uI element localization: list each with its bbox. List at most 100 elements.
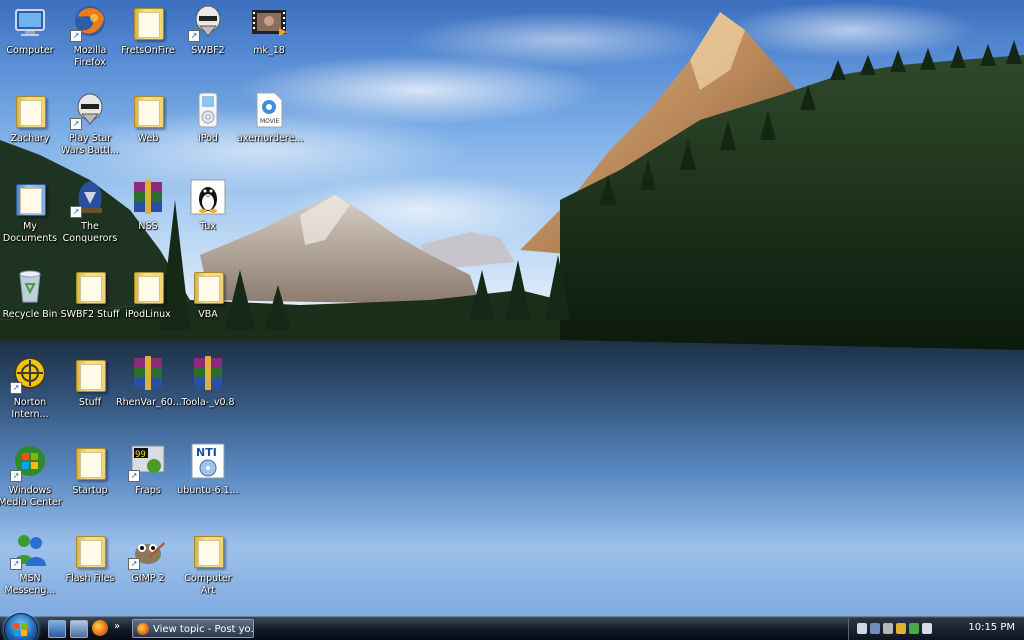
desktop-icon-recycle-bin[interactable]: Recycle Bin: [0, 266, 62, 321]
folder-icon: [70, 354, 110, 394]
desktop-icon-toola[interactable]: Toola-_v0.8: [176, 354, 240, 409]
folder-icon: [128, 2, 168, 42]
my-documents-icon: [10, 178, 50, 218]
desktop-icon-swbf2[interactable]: ↗ SWBF2: [176, 2, 240, 57]
desktop-icon-startup[interactable]: Startup: [58, 442, 122, 497]
desktop-icon-label: The Conquerors: [62, 221, 118, 244]
firefox-icon: ↗: [70, 2, 110, 42]
folder-icon: [128, 90, 168, 130]
switch-windows-icon[interactable]: [70, 620, 88, 638]
desktop-icon-label: MSN Messeng...: [4, 573, 56, 596]
svg-text:MOVIE: MOVIE: [260, 118, 280, 125]
desktop-icon-label: Web: [137, 133, 159, 144]
firefox-icon[interactable]: [92, 620, 108, 636]
desktop-icon-label: iPod: [198, 133, 218, 144]
desktop-icon-windows-media-center[interactable]: ↗ Windows Media Center: [0, 442, 62, 509]
desktop-icon-gimp[interactable]: ↗ GIMP 2: [116, 530, 180, 585]
desktop-icon-mk18[interactable]: mk_18: [237, 2, 301, 57]
desktop-icon-label: Computer Art: [184, 573, 232, 596]
desktop-icon-swbf2-stuff[interactable]: SWBF2 Stuff: [58, 266, 122, 321]
media-center-icon: ↗: [10, 442, 50, 482]
desktop-icon-label: VBA: [198, 309, 218, 320]
folder-icon: [128, 266, 168, 306]
desktop-icon-fraps[interactable]: 99 ↗ Fraps: [116, 442, 180, 497]
desktop-icon-label: Fraps: [135, 485, 161, 496]
quick-launch-more-button[interactable]: »: [114, 621, 120, 632]
desktop-icon-label: Tux: [199, 221, 216, 232]
computer-icon: [10, 2, 50, 42]
desktop-icon-fretsonfire[interactable]: FretsOnFire: [116, 2, 180, 57]
taskbar-window-title: View topic - Post yo...: [153, 624, 254, 635]
desktop-icon-my-documents[interactable]: My Documents: [0, 178, 62, 245]
desktop-icon-tux[interactable]: Tux: [176, 178, 240, 233]
desktop-icon-flash-files[interactable]: Flash Files: [58, 530, 122, 585]
taskbar: » View topic - Post yo... 10:15 PM: [0, 613, 1024, 640]
folder-icon: [70, 442, 110, 482]
notification-area: 10:15 PM: [848, 618, 1024, 640]
desktop-icon-rhenvar[interactable]: RhenVar_60...: [116, 354, 182, 409]
desktop-icon-ubuntu-image[interactable]: NTI ubuntu-6.1...: [176, 442, 240, 497]
desktop-icon-mozilla-firefox[interactable]: ↗ Mozilla Firefox: [58, 2, 122, 69]
desktop-icon-play-star-wars[interactable]: ↗ Play Star Wars Battl...: [58, 90, 122, 157]
norton-icon: ↗: [10, 354, 50, 394]
desktop-icon-vba[interactable]: VBA: [176, 266, 240, 321]
desktop-icon-label: Recycle Bin: [2, 309, 58, 320]
folder-icon: [188, 266, 228, 306]
fraps-icon: 99 ↗: [128, 442, 168, 482]
shortcut-arrow-icon: ↗: [128, 558, 140, 570]
quick-launch: [48, 620, 108, 638]
desktop-icon-label: Play Star Wars Battl...: [61, 133, 119, 156]
shortcut-arrow-icon: ↗: [70, 30, 82, 42]
printer-icon[interactable]: [883, 623, 893, 634]
shortcut-arrow-icon: ↗: [70, 206, 82, 218]
desktop-icon-label: Startup: [72, 485, 108, 496]
desktop-icon-label: Computer: [6, 45, 54, 56]
shortcut-arrow-icon: ↗: [70, 118, 82, 130]
desktop-icon-axemurdere[interactable]: MOVIE axemurdere...: [237, 90, 304, 145]
nero-image-icon: NTI: [188, 442, 228, 482]
shortcut-arrow-icon: ↗: [10, 558, 22, 570]
taskbar-clock[interactable]: 10:15 PM: [968, 622, 1015, 633]
desktop-icon-web[interactable]: Web: [116, 90, 180, 145]
desktop-icon-ipodlinux[interactable]: iPodLinux: [116, 266, 180, 321]
winrar-icon: [128, 354, 168, 394]
svg-text:NTI: NTI: [196, 446, 217, 459]
security-shield-icon[interactable]: [896, 623, 906, 634]
recycle-bin-icon: [10, 266, 50, 306]
desktop-icon-zachary[interactable]: Zachary: [0, 90, 62, 145]
desktop-icon-msn-messenger[interactable]: ↗ MSN Messeng...: [0, 530, 62, 597]
desktop-icon-label: Windows Media Center: [0, 485, 62, 508]
folder-icon: [10, 90, 50, 130]
show-desktop-icon[interactable]: [48, 620, 66, 638]
desktop-icon-label: Stuff: [78, 397, 102, 408]
firefox-icon: [137, 623, 149, 635]
folder-icon: [70, 266, 110, 306]
desktop-icon-the-conquerors[interactable]: ↗ The Conquerors: [58, 178, 122, 245]
quicktime-movie-icon: MOVIE: [249, 90, 289, 130]
desktop-icon-computer[interactable]: Computer: [0, 2, 62, 57]
desktop-icon-nss[interactable]: NSS: [116, 178, 180, 233]
shortcut-arrow-icon: ↗: [128, 470, 140, 482]
sync-icon[interactable]: [909, 623, 919, 634]
desktop-icon-label: GIMP 2: [131, 573, 165, 584]
desktop-icon-computer-art[interactable]: Computer Art: [176, 530, 240, 597]
folder-icon: [70, 530, 110, 570]
gimp-icon: ↗: [128, 530, 168, 570]
desktop-icon-label: Norton Intern...: [11, 397, 49, 420]
folder-icon: [188, 530, 228, 570]
game-icon: ↗: [70, 178, 110, 218]
tux-penguin-icon: [188, 178, 228, 218]
windows-start-orb-icon[interactable]: [4, 613, 38, 640]
taskbar-window-button[interactable]: View topic - Post yo...: [132, 619, 254, 638]
volume-icon[interactable]: [922, 623, 932, 634]
display-icon[interactable]: [870, 623, 880, 634]
desktop-icon-ipod[interactable]: iPod: [176, 90, 240, 145]
network-icon[interactable]: [857, 623, 867, 634]
desktop-icon-label: ubuntu-6.1...: [177, 485, 239, 496]
desktop-icon-norton[interactable]: ↗ Norton Intern...: [0, 354, 62, 421]
desktop-icon-label: Zachary: [10, 133, 50, 144]
desktop-icon-stuff[interactable]: Stuff: [58, 354, 122, 409]
desktop[interactable]: Computer ↗ Mozilla Firefox FretsOnFire ↗…: [0, 0, 1024, 640]
desktop-icon-label: SWBF2 Stuff: [60, 309, 120, 320]
shortcut-arrow-icon: ↗: [10, 470, 22, 482]
